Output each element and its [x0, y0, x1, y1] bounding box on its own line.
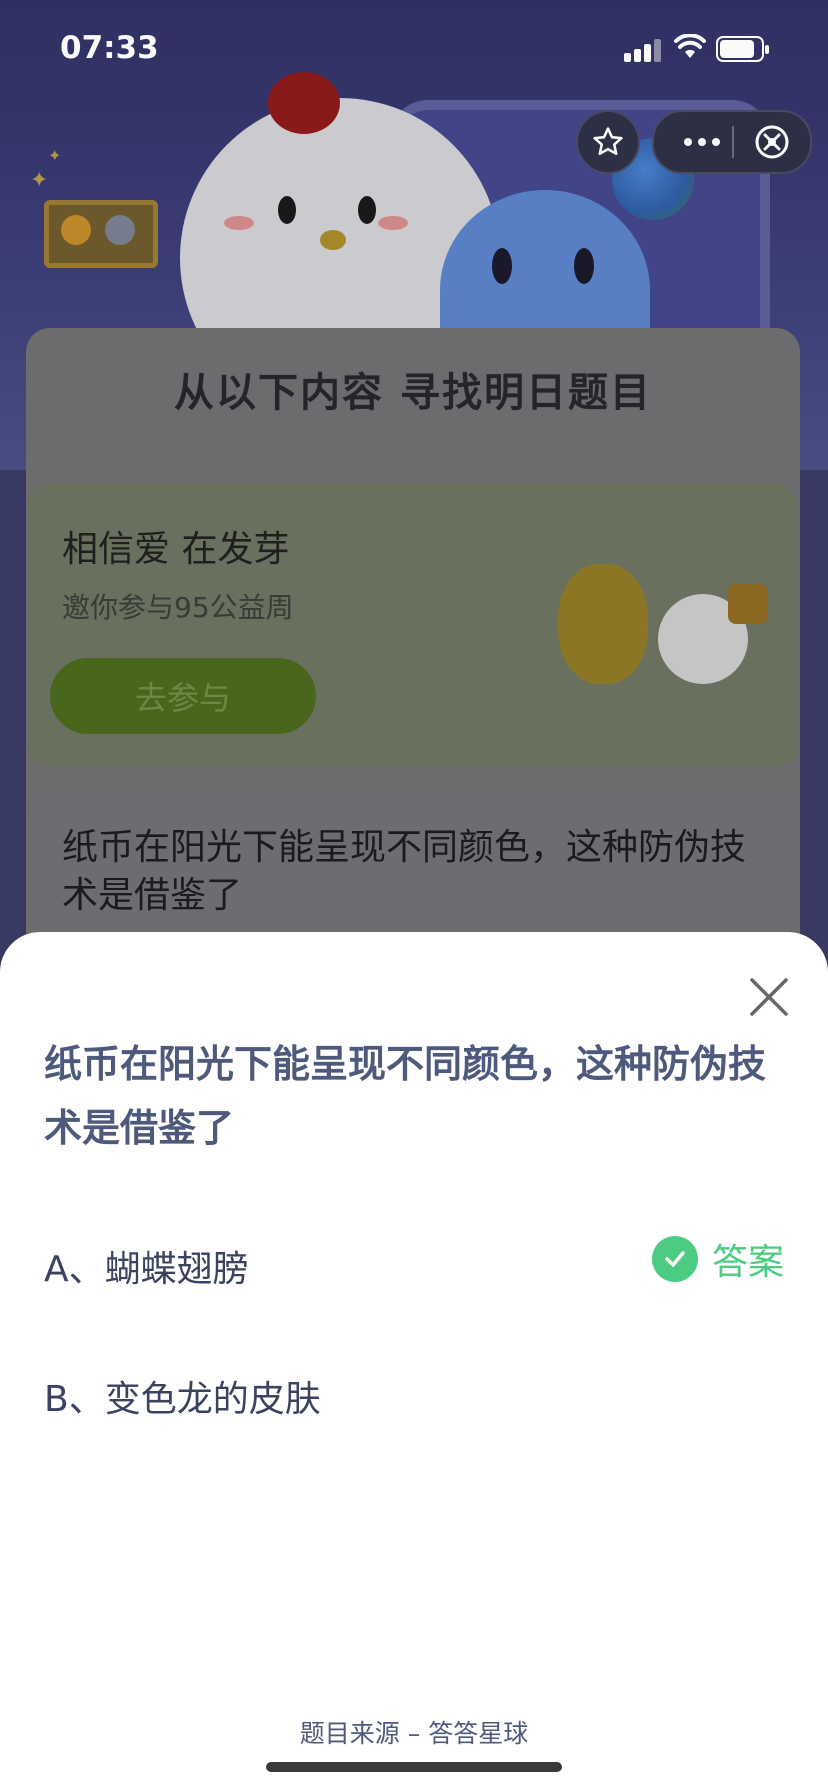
question-text: 纸币在阳光下能呈现不同颜色，这种防伪技术是借鉴了 — [44, 1042, 767, 1150]
check-icon — [651, 1236, 698, 1282]
option-b-label: B、变色龙的皮肤 — [44, 1379, 321, 1420]
option-a-label: A、蝴蝶翅膀 — [44, 1249, 249, 1290]
option-a[interactable]: A、蝴蝶翅膀 答案 — [44, 1232, 784, 1292]
home-indicator[interactable] — [266, 1762, 562, 1772]
option-b[interactable]: B、变色龙的皮肤 — [44, 1362, 784, 1422]
answer-label: 答案 — [711, 1242, 784, 1283]
close-icon[interactable] — [744, 972, 794, 1022]
answer-badge: 答案 — [651, 1234, 784, 1284]
screen: ✦ ✦ 从以下内容 寻找明日题目 相信爱 在发芽 邀你参与95公益周 去参与 纸… — [0, 0, 828, 1792]
question-source: 题目来源 – 答答星球 — [299, 1719, 529, 1748]
answer-sheet: 纸币在阳光下能呈现不同颜色，这种防伪技术是借鉴了 A、蝴蝶翅膀 答案 B、变色龙… — [0, 932, 828, 1792]
